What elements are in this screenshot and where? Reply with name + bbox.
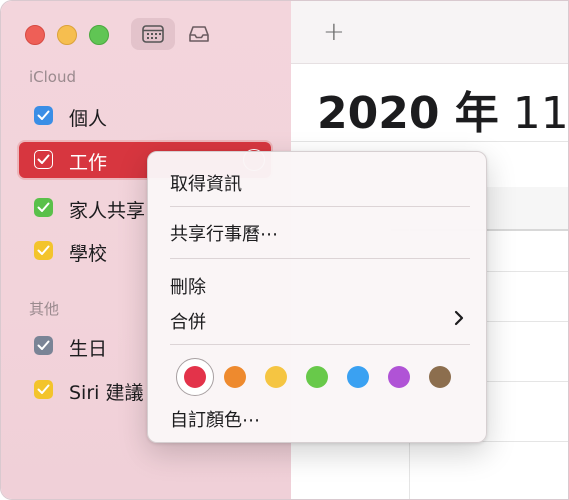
calendar-label: 生日: [69, 338, 108, 360]
zoom-window-button[interactable]: [89, 25, 109, 45]
section-label-other: 其他: [29, 300, 60, 318]
checkmark-icon: [37, 340, 50, 350]
calendar-checkbox[interactable]: [34, 241, 53, 260]
calendar-checkbox[interactable]: [34, 150, 53, 169]
calendar-label: 工作: [69, 152, 108, 174]
menu-separator: [170, 258, 470, 259]
menu-separator: [170, 344, 470, 345]
menu-item-get-info[interactable]: 取得資訊: [170, 170, 242, 196]
checkmark-icon: [37, 202, 50, 212]
grid-divider: [291, 141, 568, 142]
calendar-label: 學校: [69, 243, 108, 265]
checkmark-icon: [37, 110, 50, 120]
calendar-checkbox[interactable]: [34, 198, 53, 217]
minimize-window-button[interactable]: [57, 25, 77, 45]
calendar-window: iCloud 個人 工作 家人共享 學校 其他 生日 Siri 建議 + 202…: [0, 0, 569, 500]
close-window-button[interactable]: [25, 25, 45, 45]
heading-month: 11: [512, 88, 569, 139]
checkmark-icon: [37, 384, 50, 394]
add-event-button[interactable]: +: [323, 17, 345, 47]
menu-item-share-calendar[interactable]: 共享行事曆⋯: [170, 220, 278, 246]
menu-item-merge[interactable]: 合併: [170, 308, 206, 334]
inbox-button[interactable]: [177, 18, 221, 50]
calendar-label: 家人共享: [69, 200, 146, 222]
chevron-right-icon: [454, 310, 464, 326]
calendar-checkbox[interactable]: [34, 380, 53, 399]
calendar-label: 個人: [69, 108, 108, 130]
menu-separator: [170, 206, 470, 207]
calendar-checkbox[interactable]: [34, 336, 53, 355]
calendar-checkbox[interactable]: [34, 106, 53, 125]
color-swatch-blue[interactable]: [347, 366, 369, 388]
color-swatch-purple[interactable]: [388, 366, 410, 388]
color-swatch-yellow[interactable]: [265, 366, 287, 388]
menu-item-custom-color[interactable]: 自訂顏色⋯: [170, 406, 260, 432]
section-label-icloud: iCloud: [29, 68, 77, 86]
month-heading: 2020 年 11: [317, 77, 569, 141]
calendar-grid-icon: [142, 25, 164, 43]
calendars-list-button[interactable]: [131, 18, 175, 50]
inbox-tray-icon: [189, 26, 209, 42]
checkmark-icon: [37, 245, 50, 255]
heading-year: 2020 年: [317, 88, 499, 139]
checkmark-icon: [37, 154, 50, 164]
menu-item-delete[interactable]: 刪除: [170, 273, 206, 299]
color-swatch-orange[interactable]: [224, 366, 246, 388]
color-swatch-brown[interactable]: [429, 366, 451, 388]
color-swatch-green[interactable]: [306, 366, 328, 388]
calendar-context-menu: 取得資訊 共享行事曆⋯ 刪除 合併 自訂顏色⋯: [147, 151, 487, 443]
color-swatch-red[interactable]: [184, 366, 206, 388]
calendar-item-personal[interactable]: 個人: [19, 98, 271, 134]
calendar-label: Siri 建議: [69, 382, 144, 404]
